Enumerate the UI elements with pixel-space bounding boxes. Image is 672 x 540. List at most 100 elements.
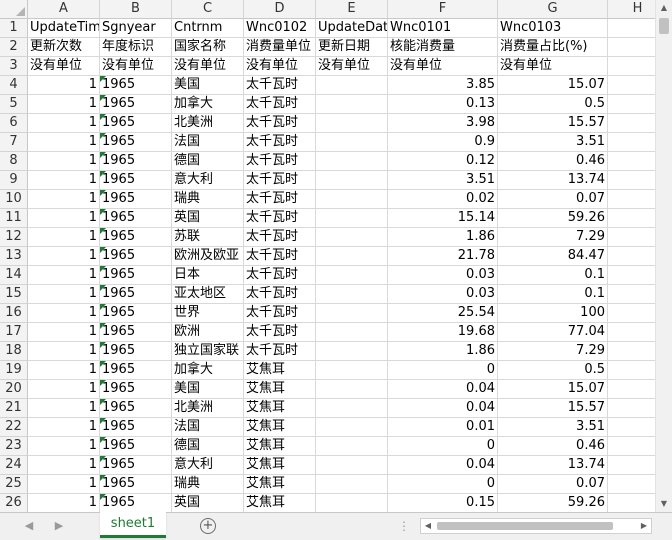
cell-g5[interactable]: 0.5 xyxy=(498,95,608,114)
cell-c23[interactable]: 德国 xyxy=(172,437,244,456)
tab-splitter-icon[interactable]: ⋮ xyxy=(398,519,411,533)
cell-d24[interactable]: 艾焦耳 xyxy=(244,456,316,475)
cell-g13[interactable]: 84.47 xyxy=(498,247,608,266)
prev-sheet-icon[interactable]: ◀ xyxy=(22,519,36,533)
cell-a17[interactable]: 1 xyxy=(28,323,100,342)
cell-d25[interactable]: 艾焦耳 xyxy=(244,475,316,494)
cell-a1[interactable]: UpdateTime xyxy=(28,19,100,38)
row-header-23[interactable]: 23 xyxy=(0,437,28,456)
row-header-8[interactable]: 8 xyxy=(0,152,28,171)
cell-f9[interactable]: 3.51 xyxy=(388,171,498,190)
cell-f26[interactable]: 0.15 xyxy=(388,494,498,512)
cell-f17[interactable]: 19.68 xyxy=(388,323,498,342)
cell-c9[interactable]: 意大利 xyxy=(172,171,244,190)
cell-a13[interactable]: 1 xyxy=(28,247,100,266)
cell-d22[interactable]: 艾焦耳 xyxy=(244,418,316,437)
cell-a21[interactable]: 1 xyxy=(28,399,100,418)
row-header-10[interactable]: 10 xyxy=(0,190,28,209)
cell-f7[interactable]: 0.9 xyxy=(388,133,498,152)
cell-e9[interactable] xyxy=(316,171,388,190)
cell-b6[interactable]: 1965 xyxy=(100,114,172,133)
scroll-down-icon[interactable]: ▼ xyxy=(656,496,672,512)
cell-e16[interactable] xyxy=(316,304,388,323)
cell-e3[interactable]: 没有单位 xyxy=(316,57,388,76)
row-header-3[interactable]: 3 xyxy=(0,57,28,76)
cell-a2[interactable]: 更新次数 xyxy=(28,38,100,57)
cell-b12[interactable]: 1965 xyxy=(100,228,172,247)
cell-c3[interactable]: 没有单位 xyxy=(172,57,244,76)
cell-d5[interactable]: 太千瓦时 xyxy=(244,95,316,114)
row-header-15[interactable]: 15 xyxy=(0,285,28,304)
cell-b7[interactable]: 1965 xyxy=(100,133,172,152)
cell-e25[interactable] xyxy=(316,475,388,494)
cell-f4[interactable]: 3.85 xyxy=(388,76,498,95)
row-header-16[interactable]: 16 xyxy=(0,304,28,323)
cell-e1[interactable]: UpdateDate xyxy=(316,19,388,38)
cell-f16[interactable]: 25.54 xyxy=(388,304,498,323)
cell-g22[interactable]: 3.51 xyxy=(498,418,608,437)
add-sheet-icon[interactable]: + xyxy=(200,518,216,534)
cell-d26[interactable]: 艾焦耳 xyxy=(244,494,316,512)
cell-b16[interactable]: 1965 xyxy=(100,304,172,323)
cell-f5[interactable]: 0.13 xyxy=(388,95,498,114)
cell-f6[interactable]: 3.98 xyxy=(388,114,498,133)
cell-g4[interactable]: 15.07 xyxy=(498,76,608,95)
cell-e23[interactable] xyxy=(316,437,388,456)
cell-d6[interactable]: 太千瓦时 xyxy=(244,114,316,133)
cell-g24[interactable]: 13.74 xyxy=(498,456,608,475)
cell-f13[interactable]: 21.78 xyxy=(388,247,498,266)
cell-b10[interactable]: 1965 xyxy=(100,190,172,209)
column-header-e[interactable]: E xyxy=(316,0,388,19)
scroll-up-icon[interactable]: ▲ xyxy=(656,0,672,16)
cell-g8[interactable]: 0.46 xyxy=(498,152,608,171)
cell-f20[interactable]: 0.04 xyxy=(388,380,498,399)
cell-d10[interactable]: 太千瓦时 xyxy=(244,190,316,209)
cell-f15[interactable]: 0.03 xyxy=(388,285,498,304)
cell-c22[interactable]: 法国 xyxy=(172,418,244,437)
cell-c12[interactable]: 苏联 xyxy=(172,228,244,247)
cell-g23[interactable]: 0.46 xyxy=(498,437,608,456)
cell-d7[interactable]: 太千瓦时 xyxy=(244,133,316,152)
cell-d1[interactable]: Wnc0102 xyxy=(244,19,316,38)
cell-c16[interactable]: 世界 xyxy=(172,304,244,323)
cell-c11[interactable]: 英国 xyxy=(172,209,244,228)
cell-b4[interactable]: 1965 xyxy=(100,76,172,95)
cell-a6[interactable]: 1 xyxy=(28,114,100,133)
cell-g6[interactable]: 15.57 xyxy=(498,114,608,133)
cell-b3[interactable]: 没有单位 xyxy=(100,57,172,76)
cell-g25[interactable]: 0.07 xyxy=(498,475,608,494)
cell-a26[interactable]: 1 xyxy=(28,494,100,512)
cell-a20[interactable]: 1 xyxy=(28,380,100,399)
cell-c4[interactable]: 美国 xyxy=(172,76,244,95)
scroll-right-icon[interactable]: ▶ xyxy=(637,519,651,533)
cell-a9[interactable]: 1 xyxy=(28,171,100,190)
cell-e22[interactable] xyxy=(316,418,388,437)
cell-b20[interactable]: 1965 xyxy=(100,380,172,399)
cell-b26[interactable]: 1965 xyxy=(100,494,172,512)
cell-e7[interactable] xyxy=(316,133,388,152)
cell-d15[interactable]: 太千瓦时 xyxy=(244,285,316,304)
cell-e4[interactable] xyxy=(316,76,388,95)
spreadsheet-grid[interactable]: ABCDEFGH1UpdateTimeSgnyearCntrnmWnc0102U… xyxy=(0,0,672,512)
cell-f12[interactable]: 1.86 xyxy=(388,228,498,247)
cell-e12[interactable] xyxy=(316,228,388,247)
cell-b1[interactable]: Sgnyear xyxy=(100,19,172,38)
cell-b15[interactable]: 1965 xyxy=(100,285,172,304)
cell-f2[interactable]: 核能消费量 xyxy=(388,38,498,57)
cell-f23[interactable]: 0 xyxy=(388,437,498,456)
cell-c15[interactable]: 亚太地区 xyxy=(172,285,244,304)
cell-f1[interactable]: Wnc0101 xyxy=(388,19,498,38)
cell-f10[interactable]: 0.02 xyxy=(388,190,498,209)
cell-g14[interactable]: 0.1 xyxy=(498,266,608,285)
cell-d21[interactable]: 艾焦耳 xyxy=(244,399,316,418)
cell-a25[interactable]: 1 xyxy=(28,475,100,494)
row-header-20[interactable]: 20 xyxy=(0,380,28,399)
cell-e19[interactable] xyxy=(316,361,388,380)
cell-d4[interactable]: 太千瓦时 xyxy=(244,76,316,95)
cell-f22[interactable]: 0.01 xyxy=(388,418,498,437)
cell-a4[interactable]: 1 xyxy=(28,76,100,95)
cell-g1[interactable]: Wnc0103 xyxy=(498,19,608,38)
cell-g26[interactable]: 59.26 xyxy=(498,494,608,512)
cell-d11[interactable]: 太千瓦时 xyxy=(244,209,316,228)
cell-b9[interactable]: 1965 xyxy=(100,171,172,190)
